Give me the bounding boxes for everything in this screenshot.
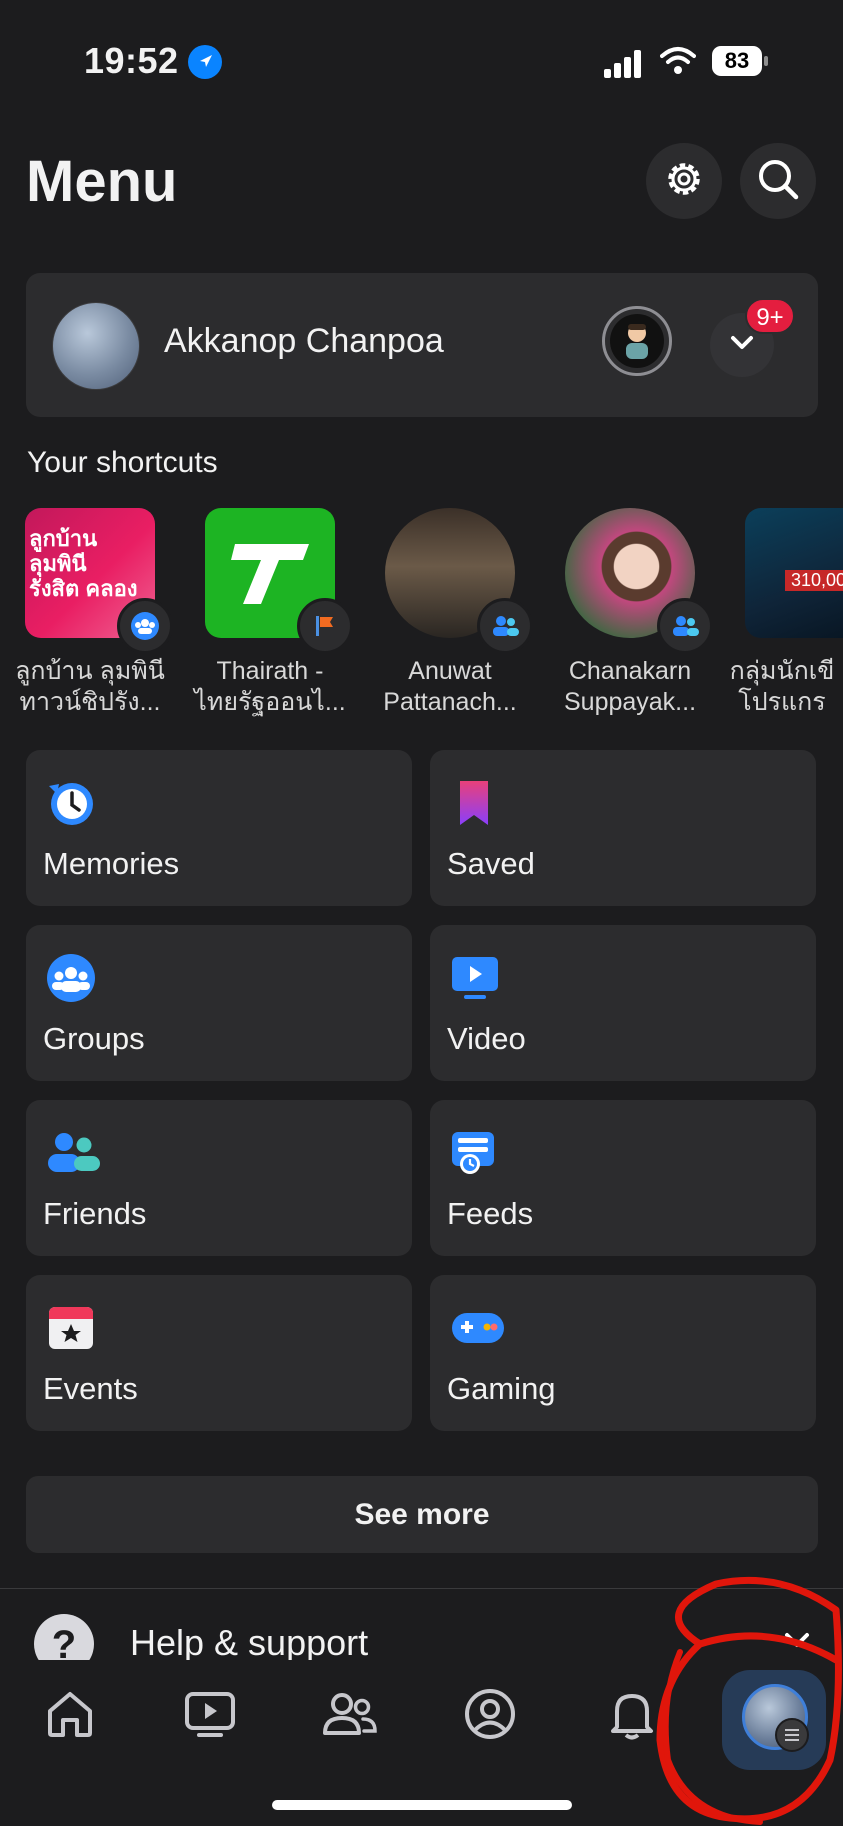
menu-item-events[interactable]: Events	[26, 1275, 412, 1431]
menu-item-label: Groups	[43, 1021, 145, 1056]
nav-profile-button[interactable]	[460, 1686, 520, 1746]
saved-icon	[450, 778, 500, 828]
friends-badge-icon	[657, 598, 713, 654]
status-time: 19:52	[84, 40, 179, 81]
section-divider	[0, 1588, 843, 1589]
gear-icon	[660, 155, 708, 208]
menu-item-label: Memories	[43, 846, 180, 881]
menu-item-label: Saved	[447, 846, 535, 881]
shortcut-label: Anuwat Pattanach...	[383, 657, 517, 716]
location-arrow-icon	[188, 45, 222, 79]
bell-icon	[605, 1687, 659, 1746]
nav-friends-button[interactable]	[320, 1686, 380, 1746]
friends-icon	[46, 1128, 100, 1178]
profile-name: Akkanop Chanpoa	[164, 322, 444, 360]
home-icon	[43, 1687, 97, 1746]
menu-lines-icon	[775, 1718, 809, 1752]
shortcut-label: Chanakarn Suppayak...	[563, 657, 697, 716]
menu-item-friends[interactable]: Friends	[26, 1100, 412, 1256]
see-more-button[interactable]: See more	[26, 1476, 818, 1553]
friends-badge-icon	[477, 598, 533, 654]
group-cover-text: 310,00	[785, 570, 843, 591]
group-cover-text: ลูกบ้าน ลุมพินี รังสิต คลอง	[29, 526, 138, 601]
chevron-down-icon	[782, 1630, 812, 1657]
profile-avatar[interactable]	[52, 302, 140, 390]
menu-item-video[interactable]: Video	[430, 925, 816, 1081]
story-avatar-button[interactable]	[602, 306, 672, 376]
settings-button[interactable]	[646, 143, 722, 219]
avatar-sticker-icon	[610, 314, 664, 368]
shortcut-item[interactable]: Anuwat Pattanach...	[360, 508, 540, 728]
feeds-icon	[450, 1128, 500, 1178]
notification-badge: 9+	[745, 298, 795, 334]
cellular-signal-icon	[604, 48, 644, 78]
gaming-icon	[450, 1303, 504, 1353]
battery-indicator: 83	[712, 46, 762, 76]
menu-item-label: Friends	[43, 1196, 147, 1231]
menu-item-label: Gaming	[447, 1371, 556, 1406]
group-cover-image: 310,00	[745, 508, 843, 638]
video-play-icon	[183, 1687, 237, 1746]
nav-home-button[interactable]	[40, 1686, 100, 1746]
shortcut-label: กลุ่มนักเขี โปรแกร	[729, 657, 835, 716]
shortcuts-title: Your shortcuts	[27, 446, 218, 479]
shortcut-label: Thairath - ไทยรัฐออนไ...	[194, 657, 346, 716]
menu-item-label: Events	[43, 1371, 138, 1406]
menu-item-label: Video	[447, 1021, 526, 1056]
memories-icon	[46, 778, 96, 828]
battery-cap	[764, 56, 768, 66]
page-title: Menu	[26, 149, 178, 214]
shortcut-item[interactable]: Chanakarn Suppayak...	[540, 508, 720, 728]
nav-video-button[interactable]	[180, 1686, 240, 1746]
shortcut-item[interactable]: 310,00 กลุ่มนักเขี โปรแกร	[720, 508, 843, 728]
search-icon	[754, 155, 802, 208]
help-support-label: Help & support	[130, 1622, 369, 1663]
menu-item-saved[interactable]: Saved	[430, 750, 816, 906]
groups-icon	[46, 953, 96, 1003]
menu-item-groups[interactable]: Groups	[26, 925, 412, 1081]
profile-card[interactable]: Akkanop Chanpoa 9+	[26, 273, 818, 417]
menu-item-feeds[interactable]: Feeds	[430, 1100, 816, 1256]
menu-item-label: Feeds	[447, 1196, 534, 1231]
video-icon	[450, 953, 500, 1003]
shortcut-item[interactable]: Thairath - ไทยรัฐออนไ...	[180, 508, 360, 728]
profile-icon	[463, 1687, 517, 1746]
friends-icon	[322, 1687, 378, 1746]
shortcut-item[interactable]: ลูกบ้าน ลุมพินี รังสิต คลอง ลูกบ้าน ลุมพ…	[0, 508, 180, 728]
home-indicator	[272, 1800, 572, 1810]
events-icon	[46, 1303, 96, 1353]
menu-item-memories[interactable]: Memories	[26, 750, 412, 906]
menu-item-gaming[interactable]: Gaming	[430, 1275, 816, 1431]
page-flag-icon	[297, 598, 353, 654]
nav-notifications-button[interactable]	[602, 1686, 662, 1746]
shortcut-label: ลูกบ้าน ลุมพินี ทาวน์ชิปรัง...	[15, 657, 165, 716]
chevron-down-icon	[729, 334, 755, 357]
search-button[interactable]	[740, 143, 816, 219]
wifi-icon	[660, 46, 696, 76]
groups-badge-icon	[117, 598, 173, 654]
